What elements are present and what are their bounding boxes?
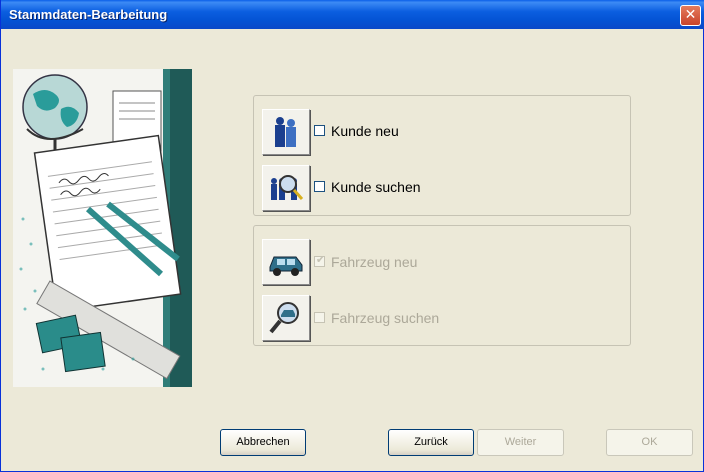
vehicle-search-label[interactable]: Fahrzeug suchen xyxy=(331,310,439,326)
title-bar[interactable]: Stammdaten-Bearbeitung ✕ xyxy=(1,0,704,29)
illustration-image xyxy=(13,69,192,387)
car-search-icon xyxy=(269,302,299,334)
people-icon xyxy=(275,117,296,147)
car-icon xyxy=(269,256,303,276)
window-title: Stammdaten-Bearbeitung xyxy=(9,7,168,22)
customer-search-checkbox[interactable] xyxy=(314,181,325,192)
vehicle-new-label[interactable]: Fahrzeug neu xyxy=(331,254,417,270)
vehicle-new-checkbox[interactable]: ✔ xyxy=(314,253,326,267)
customer-new-checkbox[interactable] xyxy=(314,125,325,136)
cancel-button[interactable]: Abbrechen xyxy=(220,429,306,456)
ok-button[interactable]: OK xyxy=(606,429,693,456)
wizard-window: Stammdaten-Bearbeitung ✕ Kunde neu Kunde… xyxy=(0,0,704,472)
next-button[interactable]: Weiter xyxy=(477,429,564,456)
customer-search-label[interactable]: Kunde suchen xyxy=(331,179,421,195)
checkmark-icon: ✔ xyxy=(315,253,326,266)
people-search-icon xyxy=(271,175,304,200)
vehicle-new-icon-button[interactable] xyxy=(262,239,310,285)
customer-new-icon-button[interactable] xyxy=(262,109,310,155)
vehicle-search-checkbox[interactable] xyxy=(314,312,325,323)
back-button[interactable]: Zurück xyxy=(388,429,474,456)
close-icon: ✕ xyxy=(684,7,697,23)
vehicle-search-icon-button[interactable] xyxy=(262,295,310,341)
close-button[interactable]: ✕ xyxy=(680,5,701,26)
customer-search-icon-button[interactable] xyxy=(262,165,310,211)
customer-new-label[interactable]: Kunde neu xyxy=(331,123,399,139)
